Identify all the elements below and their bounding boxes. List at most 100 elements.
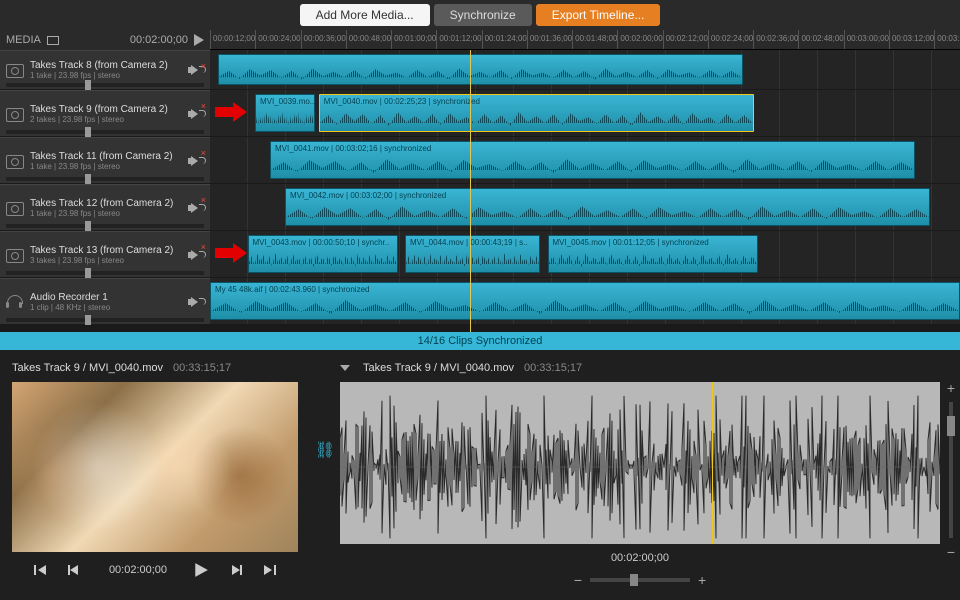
clip-label xyxy=(219,55,742,59)
add-media-button[interactable]: Add More Media... xyxy=(300,4,430,26)
timeline-ruler[interactable]: 00:00:12;0000:00:24;0000:00:36;0000:00:4… xyxy=(210,30,960,50)
ruler-tick: 00:02:00;00 xyxy=(617,30,662,49)
timeline-clip[interactable]: MVI_0040.mov | 00:02:25;23 | synchronize… xyxy=(319,94,754,132)
red-arrow-icon xyxy=(215,243,245,263)
mute-x-icon: × xyxy=(201,242,206,252)
play-icon[interactable] xyxy=(194,34,204,46)
vertical-zoom-thumb[interactable] xyxy=(947,416,955,436)
track-header[interactable]: Takes Track 8 (from Camera 2)1 take | 23… xyxy=(0,50,210,90)
clip-label: MVI_0045.mov | 00:01:12;05 | synchronize… xyxy=(549,236,757,249)
timeline-clip[interactable]: MVI_0043.mov | 00:00:50;10 | synchr.. xyxy=(248,235,398,273)
link-icon[interactable]: ⛓ xyxy=(315,440,335,460)
monitor-icon xyxy=(47,36,59,45)
clip-label: MVI_0043.mov | 00:00:50;10 | synchr.. xyxy=(249,236,397,249)
vzoom-out-icon[interactable]: − xyxy=(947,544,955,560)
horizontal-zoom-thumb[interactable] xyxy=(630,574,638,586)
track-header[interactable]: Takes Track 13 (from Camera 2)3 takes | … xyxy=(0,231,210,278)
red-arrow-icon xyxy=(215,102,245,122)
timeline-clip[interactable]: MVI_0045.mov | 00:01:12;05 | synchronize… xyxy=(548,235,758,273)
media-label: MEDIA xyxy=(6,34,41,46)
timeline-clip[interactable]: MVI_0039.mo.. xyxy=(255,94,315,132)
timeline-clip[interactable]: MVI_0042.mov | 00:03:02;00 | synchronize… xyxy=(285,188,930,226)
ruler-tick: 00:01:24;00 xyxy=(482,30,527,49)
preview-source-timecode: 00:33:15;17 xyxy=(173,362,231,374)
camera-icon xyxy=(6,201,24,215)
mute-x-icon: × xyxy=(201,61,206,71)
ruler-tick: 00:02:48;00 xyxy=(798,30,843,49)
timeline-clip[interactable]: MVI_0044.mov | 00:00:43;19 | s.. xyxy=(405,235,540,273)
mute-icon[interactable] xyxy=(191,250,198,260)
mute-icon[interactable] xyxy=(191,109,198,119)
bottom-preview-area: Takes Track 9 / MVI_0040.mov 00:33:15;17… xyxy=(0,350,960,600)
mute-icon[interactable] xyxy=(191,65,198,75)
synchronize-button[interactable]: Synchronize xyxy=(434,4,532,26)
ruler-tick: 00:03:24;00 xyxy=(934,30,960,49)
zoom-out-icon[interactable]: − xyxy=(574,572,582,588)
mute-icon[interactable] xyxy=(191,156,198,166)
track-meta: 1 clip | 48 KHz | stereo xyxy=(30,303,191,312)
transport-controls: 00:02:00;00 xyxy=(12,562,298,578)
track-name: Audio Recorder 1 xyxy=(30,292,191,303)
mute-icon[interactable] xyxy=(191,203,198,213)
volume-fader[interactable] xyxy=(6,177,204,181)
track-body[interactable]: MVI_0039.mo.. MVI_0040.mov | 00:02:25;23 … xyxy=(210,90,960,137)
waveform-playhead[interactable] xyxy=(712,382,713,544)
waveform-center-timecode: 00:02:00;00 xyxy=(340,552,940,564)
ruler-tick: 00:03:12;00 xyxy=(889,30,934,49)
volume-fader[interactable] xyxy=(6,318,204,322)
horizontal-zoom-slider[interactable]: − + xyxy=(340,572,940,588)
transport-timecode: 00:02:00;00 xyxy=(109,564,167,576)
volume-fader[interactable] xyxy=(6,271,204,275)
track-body[interactable]: MVI_0042.mov | 00:03:02;00 | synchronize… xyxy=(210,184,960,231)
track-body[interactable]: MVI_0041.mov | 00:03:02;16 | synchronize… xyxy=(210,137,960,184)
ruler-tick: 00:01:36;00 xyxy=(527,30,572,49)
play-button[interactable] xyxy=(193,562,209,578)
volume-fader[interactable] xyxy=(6,83,204,87)
timeline-area: Takes Track 8 (from Camera 2)1 take | 23… xyxy=(0,50,960,332)
waveform-panel: Takes Track 9 / MVI_0040.mov 00:33:15;17… xyxy=(340,350,960,600)
track-header[interactable]: Takes Track 11 (from Camera 2)1 take | 2… xyxy=(0,137,210,184)
camera-icon xyxy=(6,63,24,77)
track-name: Takes Track 12 (from Camera 2) xyxy=(30,198,191,209)
sync-status-bar: 14/16 Clips Synchronized xyxy=(0,332,960,350)
camera-icon xyxy=(6,154,24,168)
timeline-clip[interactable] xyxy=(218,54,743,85)
track-name: Takes Track 8 (from Camera 2) xyxy=(30,60,191,71)
track-header[interactable]: Takes Track 12 (from Camera 2)1 take | 2… xyxy=(0,184,210,231)
volume-fader[interactable] xyxy=(6,130,204,134)
skip-forward-button[interactable] xyxy=(261,562,277,578)
ruler-tick: 00:02:24;00 xyxy=(708,30,753,49)
clip-label: MVI_0040.mov | 00:02:25;23 | synchronize… xyxy=(320,95,753,108)
ruler-tick: 00:00:24;00 xyxy=(255,30,300,49)
timeline-clip[interactable]: My 45 48k.aif | 00:02:43.960 | synchroni… xyxy=(210,282,960,320)
vertical-zoom-slider[interactable]: + − xyxy=(944,380,958,560)
track-body[interactable] xyxy=(210,50,960,90)
track-meta: 2 takes | 23.98 fps | stereo xyxy=(30,115,191,124)
frame-forward-button[interactable] xyxy=(227,562,243,578)
waveform-display[interactable] xyxy=(340,382,940,544)
track-body[interactable]: My 45 48k.aif | 00:02:43.960 | synchroni… xyxy=(210,278,960,325)
timeline-playhead[interactable] xyxy=(470,50,471,332)
track-meta: 1 take | 23.98 fps | stereo xyxy=(30,71,191,80)
speaker-icon[interactable] xyxy=(191,297,198,307)
timeline-clip[interactable]: MVI_0041.mov | 00:03:02;16 | synchronize… xyxy=(270,141,915,179)
volume-fader[interactable] xyxy=(6,224,204,228)
track-header[interactable]: Audio Recorder 11 clip | 48 KHz | stereo xyxy=(0,278,210,325)
track-row: Takes Track 8 (from Camera 2)1 take | 23… xyxy=(0,50,960,90)
waveform-graphic xyxy=(340,382,940,544)
vzoom-in-icon[interactable]: + xyxy=(947,380,955,396)
track-header[interactable]: Takes Track 9 (from Camera 2)2 takes | 2… xyxy=(0,90,210,137)
export-timeline-button[interactable]: Export Timeline... xyxy=(536,4,661,26)
video-preview-frame[interactable] xyxy=(12,382,298,552)
frame-back-button[interactable] xyxy=(67,562,83,578)
zoom-in-icon[interactable]: + xyxy=(698,572,706,588)
skip-back-button[interactable] xyxy=(33,562,49,578)
track-name: Takes Track 9 (from Camera 2) xyxy=(30,104,191,115)
clip-label: MVI_0039.mo.. xyxy=(256,95,314,108)
mute-x-icon: × xyxy=(201,148,206,158)
track-body[interactable]: MVI_0043.mov | 00:00:50;10 | synchr.. MVI… xyxy=(210,231,960,278)
track-row: Takes Track 12 (from Camera 2)1 take | 2… xyxy=(0,184,960,231)
waveform-collapse-icon[interactable] xyxy=(340,365,350,371)
media-header-timecode: 00:02:00;00 xyxy=(130,34,188,46)
ruler-tick: 00:01:12;00 xyxy=(436,30,481,49)
